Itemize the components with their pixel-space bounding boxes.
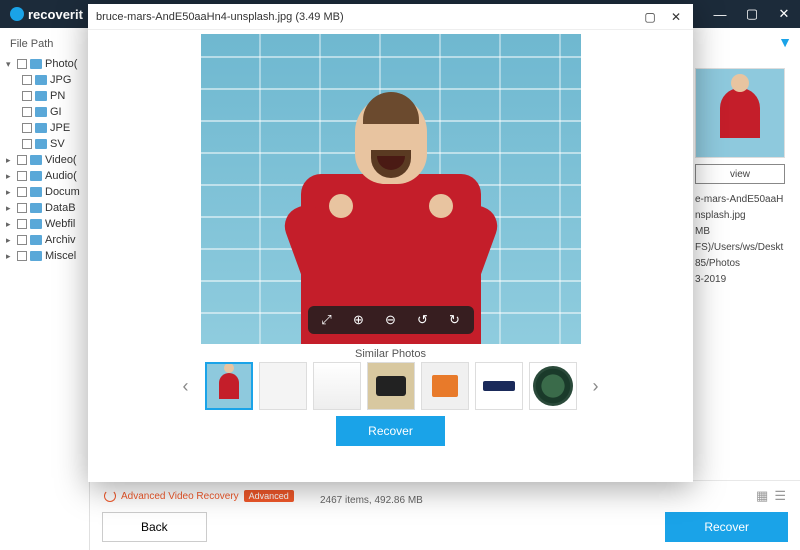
rotate-right-icon[interactable]: ↻ — [446, 311, 464, 329]
close-button[interactable]: ✕ — [768, 0, 800, 28]
preview-image: ⤢ ⊕ ⊖ ↺ ↻ — [201, 34, 581, 344]
refresh-icon — [104, 490, 116, 502]
thumb-3[interactable] — [313, 362, 361, 410]
thumbs-next-button[interactable]: › — [583, 376, 609, 397]
maximize-button[interactable]: ▢ — [736, 0, 768, 28]
image-toolbar: ⤢ ⊕ ⊖ ↺ ↻ — [308, 306, 474, 334]
tree-item-document[interactable]: ▸Docum — [4, 184, 85, 200]
minimize-button[interactable]: — — [704, 0, 736, 28]
thumb-7[interactable] — [529, 362, 577, 410]
preview-modal: bruce-mars-AndE50aaHn4-unsplash.jpg (3.4… — [88, 4, 693, 482]
tree-item-archive[interactable]: ▸Archiv — [4, 232, 85, 248]
zoom-in-icon[interactable]: ⊕ — [350, 311, 368, 329]
details-name: e-mars-AndE50aaH nsplash.jpg — [695, 192, 790, 224]
modal-filesize: (3.49 MB) — [295, 11, 343, 23]
file-path-label: File Path — [0, 34, 89, 54]
tree-item-gif[interactable]: GI — [4, 104, 85, 120]
thumbs-prev-button[interactable]: ‹ — [173, 376, 199, 397]
sidebar: File Path ▾Photo( JPG PN GI JPE SV ▸Vide… — [0, 28, 90, 550]
rotate-left-icon[interactable]: ↺ — [414, 311, 432, 329]
file-tree: ▾Photo( JPG PN GI JPE SV ▸Video( ▸Audio(… — [0, 54, 89, 266]
tree-item-jpg[interactable]: JPG — [4, 72, 85, 88]
app-logo: recoverit — [0, 7, 93, 22]
tree-item-database[interactable]: ▸DataB — [4, 200, 85, 216]
status-count: 2467 items, 492.86 MB — [320, 495, 423, 506]
thumb-1[interactable] — [205, 362, 253, 410]
tree-item-jpeg[interactable]: JPE — [4, 120, 85, 136]
details-size: MB — [695, 224, 790, 240]
modal-recover-button[interactable]: Recover — [336, 416, 445, 446]
grid-view-icon: ▦ — [756, 488, 768, 504]
modal-filename: bruce-mars-AndE50aaHn4-unsplash.jpg — [96, 11, 292, 23]
details-path: FS)/Users/ws/Deskt 85/Photos — [695, 240, 790, 272]
list-view-icon: ☰ — [774, 488, 786, 504]
tree-item-audio[interactable]: ▸Audio( — [4, 168, 85, 184]
advanced-recovery-link[interactable]: Advanced Video Recovery Advanced — [104, 490, 294, 502]
similar-photos-label: Similar Photos — [355, 348, 426, 360]
details-thumbnail — [695, 68, 785, 158]
tree-item-video[interactable]: ▸Video( — [4, 152, 85, 168]
tree-item-misc[interactable]: ▸Miscel — [4, 248, 85, 264]
thumb-5[interactable] — [421, 362, 469, 410]
thumb-2[interactable] — [259, 362, 307, 410]
fullscreen-icon[interactable]: ⤢ — [318, 311, 336, 329]
view-mode-toggle[interactable]: ▦☰ — [756, 488, 786, 504]
tree-item-svg[interactable]: SV — [4, 136, 85, 152]
preview-area: ⤢ ⊕ ⊖ ↺ ↻ Similar Photos ‹ › Recover — [88, 30, 693, 482]
brand-text: recoverit — [28, 7, 83, 22]
window-controls: — ▢ ✕ — [704, 0, 800, 28]
tree-item-photo[interactable]: ▾Photo( — [4, 56, 85, 72]
back-button[interactable]: Back — [102, 512, 207, 542]
details-date: 3-2019 — [695, 272, 790, 288]
tree-item-png[interactable]: PN — [4, 88, 85, 104]
logo-icon — [10, 7, 24, 21]
tree-item-webfiles[interactable]: ▸Webfil — [4, 216, 85, 232]
modal-maximize-button[interactable]: ▢ — [641, 8, 659, 26]
details-view-button[interactable]: view — [695, 164, 785, 184]
thumb-4[interactable] — [367, 362, 415, 410]
recover-button[interactable]: Recover — [665, 512, 788, 542]
modal-close-button[interactable]: ✕ — [667, 8, 685, 26]
thumb-6[interactable] — [475, 362, 523, 410]
advanced-badge: Advanced — [244, 490, 294, 502]
modal-titlebar: bruce-mars-AndE50aaHn4-unsplash.jpg (3.4… — [88, 4, 693, 30]
details-panel: view e-mars-AndE50aaH nsplash.jpg MB FS)… — [695, 68, 790, 288]
filter-icon[interactable]: ▼ — [778, 34, 792, 50]
zoom-out-icon[interactable]: ⊖ — [382, 311, 400, 329]
similar-thumbnails: ‹ › — [173, 362, 609, 410]
